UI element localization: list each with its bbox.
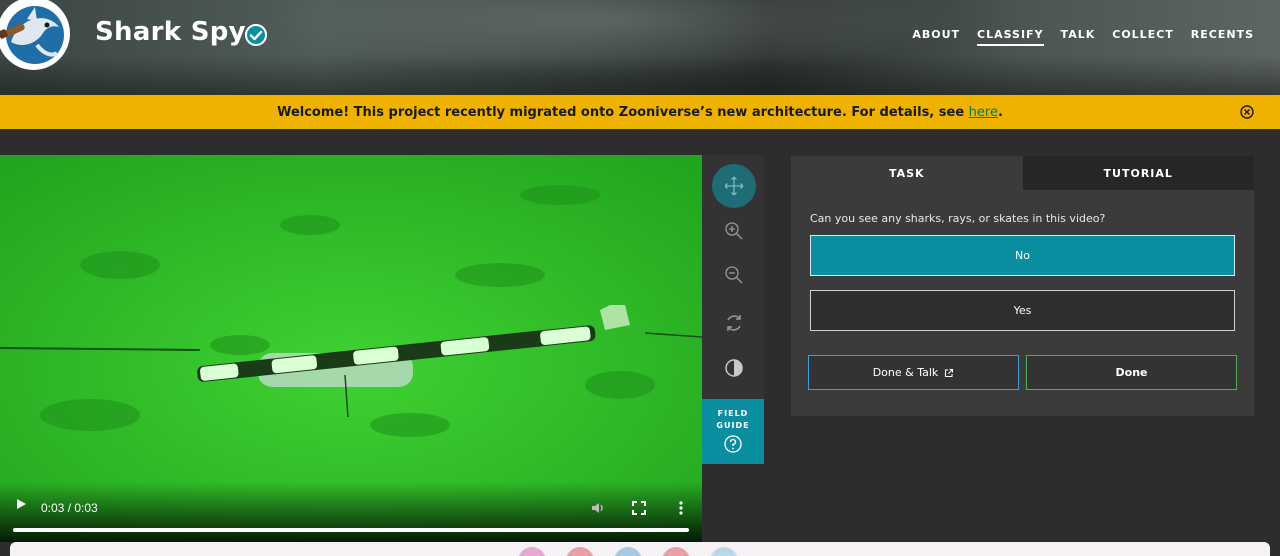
tab-tutorial[interactable]: TUTORIAL bbox=[1022, 156, 1254, 190]
field-guide-button[interactable]: FIELD GUIDE bbox=[702, 399, 764, 464]
zoom-out-button[interactable] bbox=[712, 253, 756, 297]
zoom-out-icon bbox=[725, 266, 743, 284]
project-nav: ABOUT CLASSIFY TALK COLLECT RECENTS bbox=[912, 28, 1254, 46]
bottom-panel bbox=[10, 542, 1270, 556]
project-title[interactable]: Shark Spy bbox=[95, 17, 246, 47]
answer-yes[interactable]: Yes bbox=[810, 290, 1235, 331]
video-time: 0:03 / 0:03 bbox=[41, 501, 98, 515]
bottom-avatar-icon bbox=[614, 547, 642, 556]
rotate-icon bbox=[727, 315, 741, 331]
answer-no[interactable]: No bbox=[810, 235, 1235, 276]
verified-badge-icon bbox=[245, 24, 267, 46]
bottom-avatar-icon bbox=[662, 547, 690, 556]
move-icon bbox=[724, 176, 744, 196]
invert-button[interactable] bbox=[712, 346, 756, 390]
bottom-avatar-icon bbox=[518, 547, 546, 556]
volume-icon[interactable] bbox=[590, 500, 606, 516]
subject-video[interactable]: 0:03 / 0:03 bbox=[0, 155, 702, 542]
bottom-section bbox=[0, 542, 1280, 556]
more-options-icon[interactable] bbox=[675, 500, 687, 516]
video-progress-bar[interactable] bbox=[13, 528, 689, 532]
project-logo[interactable] bbox=[0, 0, 70, 70]
nav-about[interactable]: ABOUT bbox=[912, 28, 960, 46]
task-tabs: TASK TUTORIAL bbox=[791, 156, 1254, 190]
shark-logo-icon bbox=[0, 0, 69, 69]
fullscreen-icon[interactable] bbox=[632, 501, 646, 515]
done-and-talk-label: Done & Talk bbox=[872, 366, 939, 379]
task-question: Can you see any sharks, rays, or skates … bbox=[810, 212, 1106, 225]
close-icon[interactable] bbox=[1240, 105, 1254, 119]
zoom-in-button[interactable] bbox=[712, 209, 756, 253]
external-link-icon bbox=[945, 368, 954, 377]
done-button[interactable]: Done bbox=[1026, 355, 1237, 390]
rotate-button[interactable] bbox=[712, 301, 756, 345]
invert-icon bbox=[725, 359, 743, 377]
banner-text: Welcome! This project recently migrated … bbox=[277, 104, 969, 120]
project-header: Shark Spy ABOUT CLASSIFY TALK COLLECT RE… bbox=[0, 0, 1280, 95]
play-icon[interactable] bbox=[14, 497, 28, 511]
bottom-avatar-icon bbox=[566, 547, 594, 556]
field-guide-label: FIELD GUIDE bbox=[716, 409, 750, 430]
banner-suffix: . bbox=[997, 104, 1003, 120]
banner-message: Welcome! This project recently migrated … bbox=[277, 105, 1003, 120]
migration-banner: Welcome! This project recently migrated … bbox=[0, 95, 1280, 129]
banner-link[interactable]: here bbox=[969, 105, 998, 120]
done-and-talk-button[interactable]: Done & Talk bbox=[808, 355, 1019, 390]
help-icon bbox=[724, 435, 742, 453]
bottom-avatar-icon bbox=[710, 547, 738, 556]
task-panel: TASK TUTORIAL Can you see any sharks, ra… bbox=[791, 156, 1254, 416]
nav-classify[interactable]: CLASSIFY bbox=[977, 28, 1044, 46]
nav-talk[interactable]: TALK bbox=[1061, 28, 1096, 46]
tab-task[interactable]: TASK bbox=[791, 156, 1023, 190]
zoom-in-icon bbox=[725, 222, 743, 240]
nav-recents[interactable]: RECENTS bbox=[1191, 28, 1254, 46]
move-button[interactable] bbox=[712, 164, 756, 208]
nav-collect[interactable]: COLLECT bbox=[1112, 28, 1174, 46]
